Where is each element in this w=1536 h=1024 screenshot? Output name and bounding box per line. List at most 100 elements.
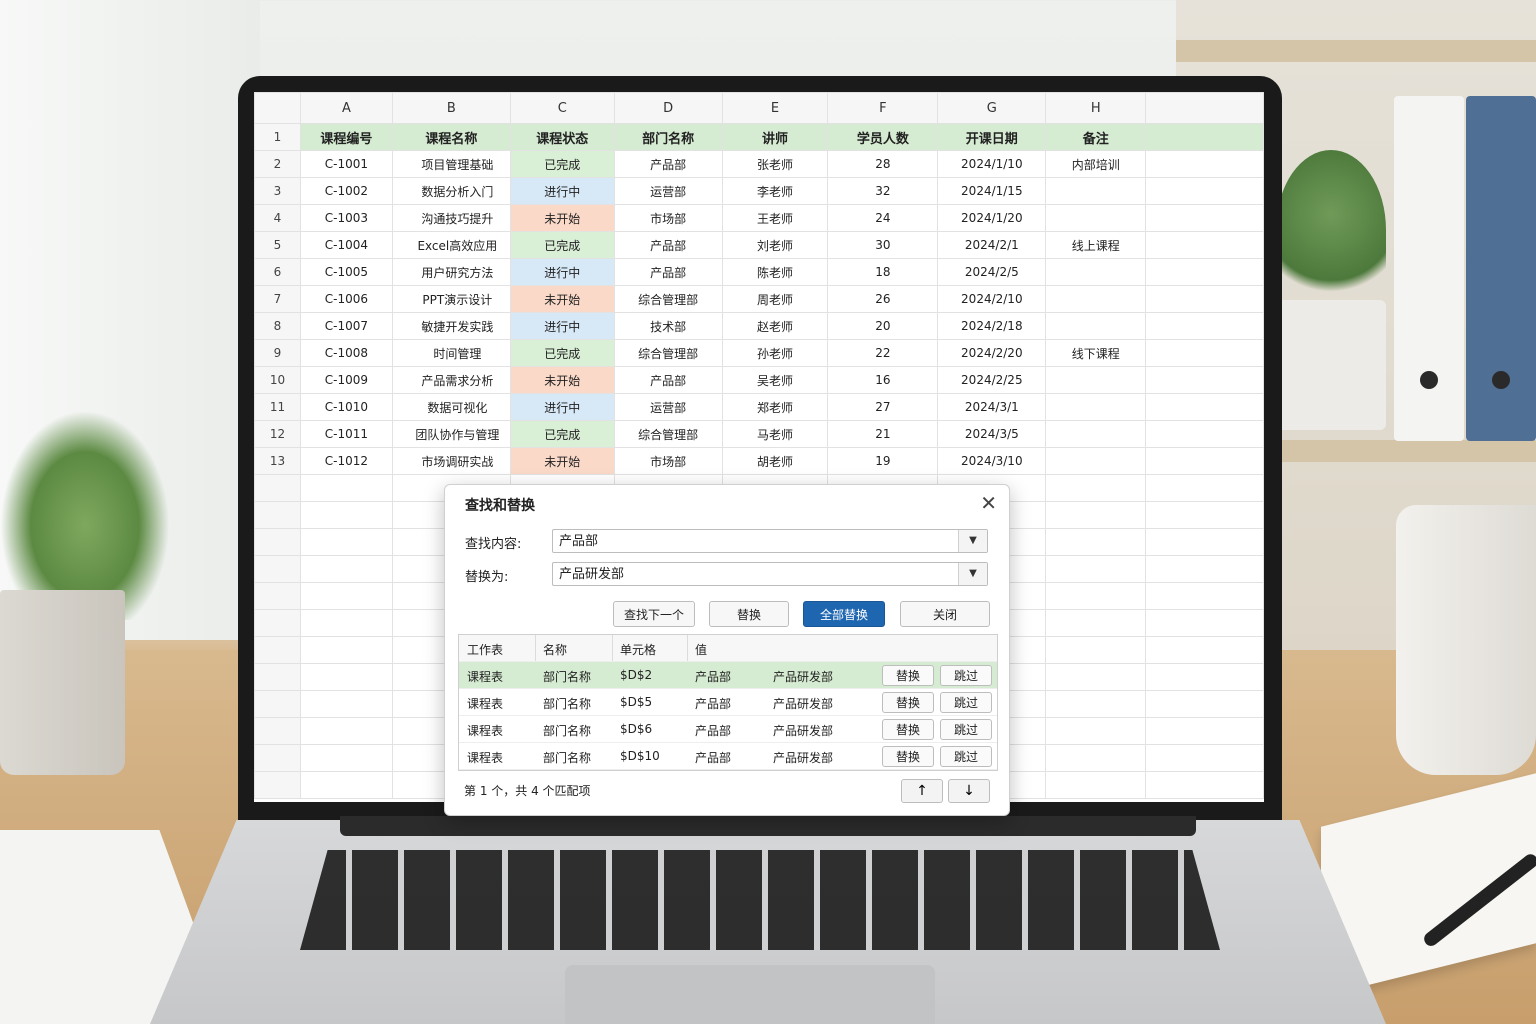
- cell-teacher[interactable]: 李老师: [721, 177, 829, 205]
- row-replace-button[interactable]: 替换: [882, 719, 934, 740]
- cell-name[interactable]: 沟通技巧提升: [391, 204, 511, 232]
- cell-name[interactable]: 数据分析入门: [391, 177, 511, 205]
- header-cell[interactable]: 学员人数: [827, 123, 939, 151]
- cell-empty[interactable]: [1145, 285, 1264, 313]
- row-replace-button[interactable]: 替换: [882, 665, 934, 686]
- cell-teacher[interactable]: 陈老师: [721, 258, 829, 286]
- cell-teacher[interactable]: 张老师: [721, 150, 829, 178]
- cell-empty[interactable]: [1045, 744, 1147, 772]
- cell-empty[interactable]: [1145, 582, 1264, 610]
- replace-all-button[interactable]: 全部替换: [803, 601, 885, 627]
- cell-dept[interactable]: 综合管理部: [613, 420, 723, 448]
- cell-empty[interactable]: [1145, 555, 1264, 583]
- row-number[interactable]: 5: [254, 231, 301, 259]
- header-cell[interactable]: 开课日期: [937, 123, 1047, 151]
- row-number[interactable]: 7: [254, 285, 301, 313]
- cell-count[interactable]: 18: [827, 258, 939, 286]
- cell-note[interactable]: [1045, 393, 1147, 421]
- cell-empty[interactable]: [1145, 204, 1264, 232]
- cell-date[interactable]: 2024/2/1: [937, 231, 1047, 259]
- cell-empty[interactable]: [1045, 690, 1147, 718]
- cell-empty[interactable]: [254, 663, 301, 691]
- row-skip-button[interactable]: 跳过: [940, 719, 992, 740]
- cell-empty[interactable]: [254, 690, 301, 718]
- chevron-down-icon[interactable]: ▼: [958, 563, 987, 585]
- header-cell[interactable]: 课程名称: [391, 123, 511, 151]
- cell-empty[interactable]: [1045, 771, 1147, 799]
- row-number[interactable]: 9: [254, 339, 301, 367]
- cell-empty[interactable]: [1145, 501, 1264, 529]
- row-skip-button[interactable]: 跳过: [940, 746, 992, 767]
- row-number[interactable]: 3: [254, 177, 301, 205]
- cell-date[interactable]: 2024/1/10: [937, 150, 1047, 178]
- cell-id[interactable]: C-1007: [299, 312, 393, 340]
- cell-teacher[interactable]: 王老师: [721, 204, 829, 232]
- cell-date[interactable]: 2024/1/20: [937, 204, 1047, 232]
- cell-count[interactable]: 21: [827, 420, 939, 448]
- cell-empty[interactable]: [299, 555, 393, 583]
- cell-name[interactable]: 数据可视化: [391, 393, 511, 421]
- cell-status[interactable]: 未开始: [509, 204, 615, 232]
- cell-empty[interactable]: [1145, 150, 1264, 178]
- cell-status[interactable]: 未开始: [509, 447, 615, 475]
- header-cell[interactable]: 讲师: [721, 123, 829, 151]
- cell-empty[interactable]: [1145, 447, 1264, 475]
- cell-note[interactable]: 线下课程: [1045, 339, 1147, 367]
- row-number[interactable]: 10: [254, 366, 301, 394]
- cell-empty[interactable]: [299, 717, 393, 745]
- cell-empty[interactable]: [254, 609, 301, 637]
- cell-empty[interactable]: [1045, 609, 1147, 637]
- cell-id[interactable]: C-1009: [299, 366, 393, 394]
- cell-name[interactable]: 市场调研实战: [391, 447, 511, 475]
- cell-count[interactable]: 20: [827, 312, 939, 340]
- replace-input[interactable]: 产品研发部 ▼: [552, 562, 988, 586]
- cell-dept[interactable]: 产品部: [613, 150, 723, 178]
- cell-teacher[interactable]: 马老师: [721, 420, 829, 448]
- header-cell[interactable]: 课程编号: [299, 123, 393, 151]
- cell-status[interactable]: 已完成: [509, 339, 615, 367]
- close-icon[interactable]: ✕: [980, 491, 997, 515]
- cell-teacher[interactable]: 刘老师: [721, 231, 829, 259]
- cell-empty[interactable]: [299, 636, 393, 664]
- cell-name[interactable]: PPT演示设计: [391, 285, 511, 313]
- header-cell[interactable]: 部门名称: [613, 123, 723, 151]
- cell-name[interactable]: Excel高效应用: [391, 231, 511, 259]
- row-replace-button[interactable]: 替换: [882, 746, 934, 767]
- cell-dept[interactable]: 市场部: [613, 447, 723, 475]
- cell-date[interactable]: 2024/2/5: [937, 258, 1047, 286]
- cell-status[interactable]: 未开始: [509, 366, 615, 394]
- column-header[interactable]: D: [613, 92, 723, 124]
- cell-empty[interactable]: [1145, 744, 1264, 772]
- result-row[interactable]: 课程表 部门名称 $D$6 产品部 产品研发部 替换 跳过: [459, 716, 997, 743]
- cell-date[interactable]: 2024/3/5: [937, 420, 1047, 448]
- cell-id[interactable]: C-1008: [299, 339, 393, 367]
- cell-date[interactable]: 2024/2/18: [937, 312, 1047, 340]
- cell-empty[interactable]: [1145, 636, 1264, 664]
- cell-teacher[interactable]: 孙老师: [721, 339, 829, 367]
- cell-name[interactable]: 敏捷开发实践: [391, 312, 511, 340]
- result-row[interactable]: 课程表 部门名称 $D$5 产品部 产品研发部 替换 跳过: [459, 689, 997, 716]
- cell-empty[interactable]: [1045, 474, 1147, 502]
- cell-empty[interactable]: [1145, 474, 1264, 502]
- cell-note[interactable]: [1045, 366, 1147, 394]
- cell-empty[interactable]: [299, 582, 393, 610]
- cell-date[interactable]: 2024/3/1: [937, 393, 1047, 421]
- cell-status[interactable]: 进行中: [509, 393, 615, 421]
- cell-count[interactable]: 28: [827, 150, 939, 178]
- cell-empty[interactable]: [254, 636, 301, 664]
- row-number[interactable]: 12: [254, 420, 301, 448]
- cell-dept[interactable]: 运营部: [613, 393, 723, 421]
- cell-empty[interactable]: [1145, 339, 1264, 367]
- row-skip-button[interactable]: 跳过: [940, 665, 992, 686]
- cell-empty[interactable]: [299, 528, 393, 556]
- cell-note[interactable]: [1045, 447, 1147, 475]
- row-number[interactable]: 6: [254, 258, 301, 286]
- cell-count[interactable]: 32: [827, 177, 939, 205]
- row-replace-button[interactable]: 替换: [882, 692, 934, 713]
- cell-name[interactable]: 产品需求分析: [391, 366, 511, 394]
- cell-teacher[interactable]: 吴老师: [721, 366, 829, 394]
- cell-empty[interactable]: [1145, 771, 1264, 799]
- cell-count[interactable]: 27: [827, 393, 939, 421]
- cell-note[interactable]: [1045, 312, 1147, 340]
- row-number[interactable]: 13: [254, 447, 301, 475]
